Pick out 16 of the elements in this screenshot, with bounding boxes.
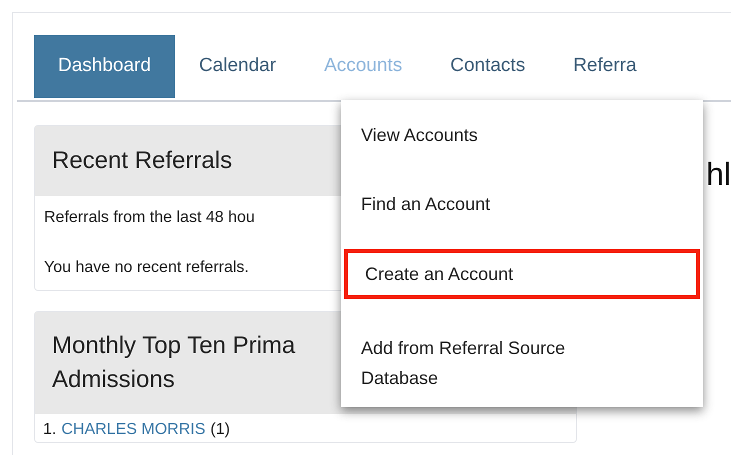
menu-item[interactable]: Add from Referral Source Database: [344, 318, 664, 407]
nav-tab[interactable]: Dashboard: [34, 35, 175, 98]
panel-title: Recent Referrals: [52, 146, 232, 176]
section-heading: hl: [706, 156, 731, 192]
nav-tab[interactable]: Calendar: [174, 35, 300, 98]
menu-item[interactable]: Create an Account: [344, 249, 700, 299]
menu-item[interactable]: Find an Account: [344, 180, 700, 230]
panel-text: Referrals from the last 48 hou: [44, 208, 255, 228]
account-link[interactable]: CHARLES MORRIS: [61, 418, 206, 442]
row-count: (1): [210, 420, 230, 440]
panel-title: Monthly Top Ten Prima Admissions: [52, 331, 296, 395]
nav-tab[interactable]: Contacts: [426, 35, 550, 98]
menu-item[interactable]: View Accounts: [344, 110, 700, 160]
row-number: 1.: [43, 420, 56, 440]
nav-tab[interactable]: Referra: [549, 35, 661, 98]
panel-text: You have no recent referrals.: [44, 258, 249, 278]
